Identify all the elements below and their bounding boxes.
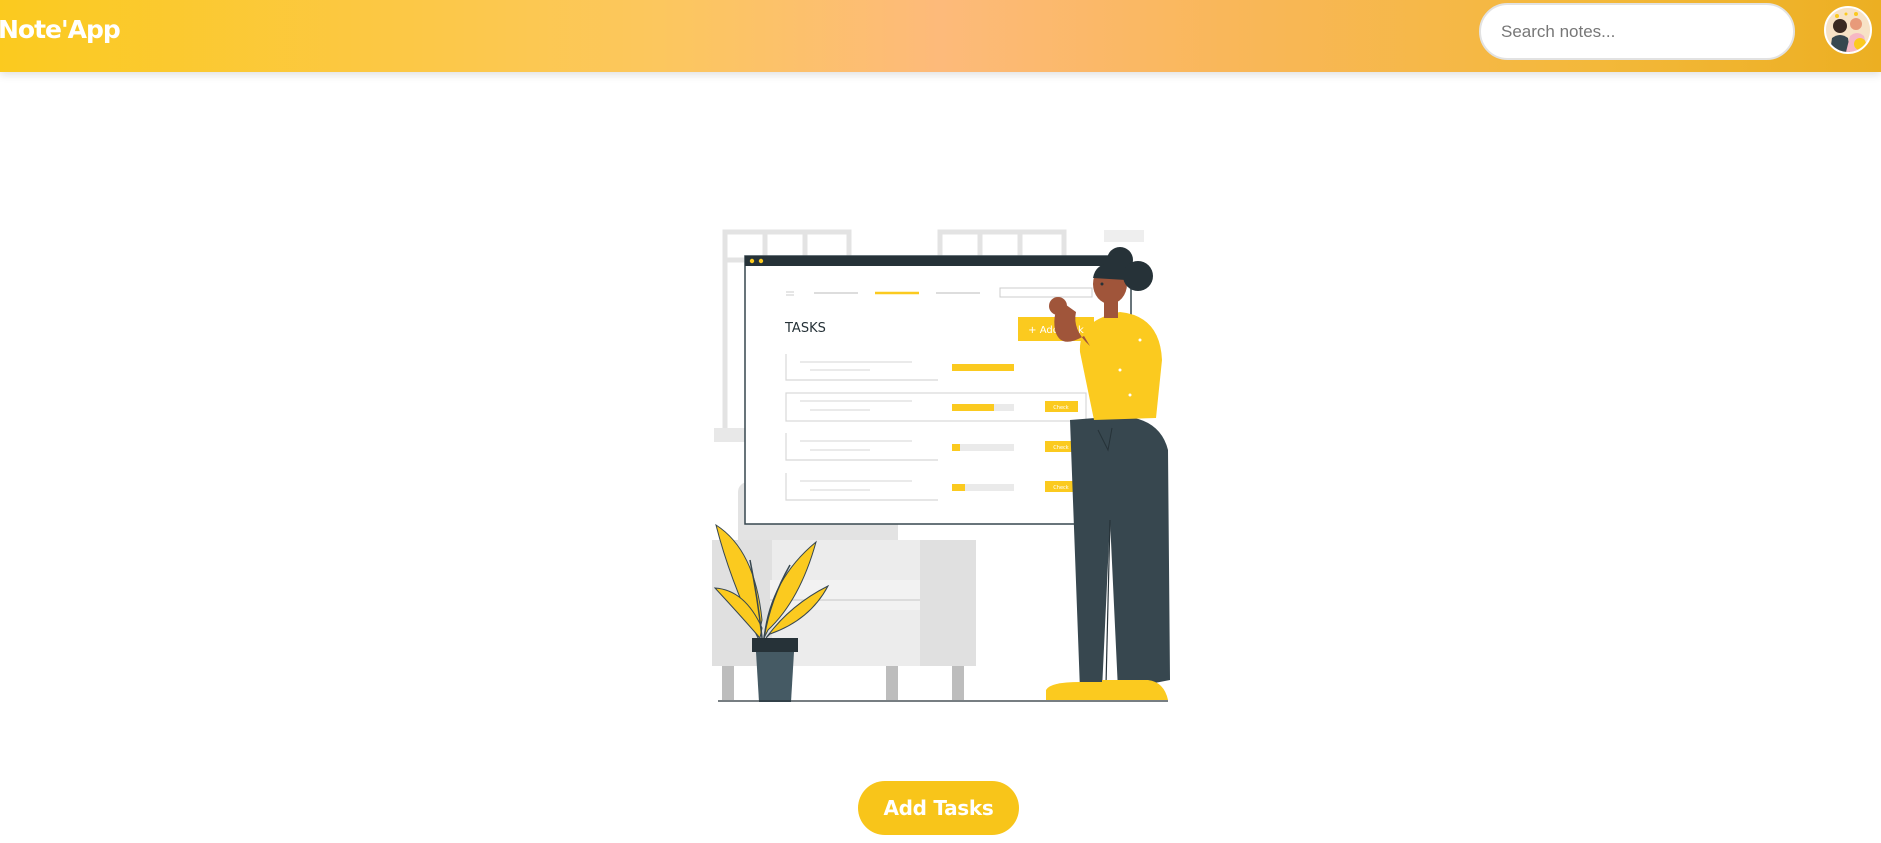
check-label: Check <box>1053 405 1068 411</box>
app-logo[interactable]: Note'App <box>0 15 121 44</box>
search-input[interactable] <box>1479 3 1795 60</box>
add-tasks-button[interactable]: Add Tasks <box>858 781 1019 835</box>
board-title: TASKS <box>784 321 826 336</box>
top-bar: Note'App <box>0 0 1881 72</box>
task-board-illustration: TASKS + Add Task Check Check <box>712 229 1170 702</box>
check-label: Check <box>1053 485 1068 491</box>
avatar[interactable] <box>1824 6 1872 54</box>
check-label: Check <box>1053 445 1068 451</box>
decor-block <box>1104 230 1144 242</box>
avatar-image <box>1826 8 1870 52</box>
